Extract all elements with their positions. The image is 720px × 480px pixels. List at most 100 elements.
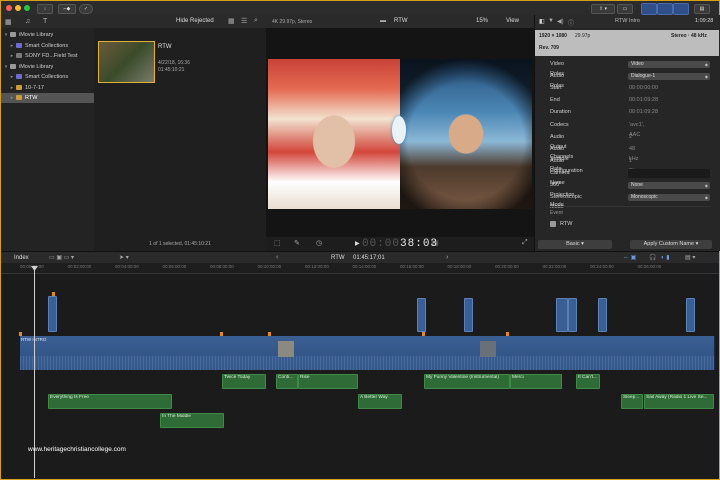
ruler-tick: 00:08:00:00: [210, 264, 234, 269]
transform-handle[interactable]: [392, 116, 406, 144]
sidebar-item[interactable]: ▸ RTW: [1, 93, 94, 103]
disclosure-triangle-icon[interactable]: ▸: [8, 93, 16, 103]
zoom-popup[interactable]: 15%: [476, 18, 488, 24]
property-label: Start: [550, 85, 562, 92]
disclosure-triangle-icon[interactable]: ▸: [8, 51, 16, 61]
info-inspector-icon[interactable]: ◧: [539, 18, 545, 25]
marker[interactable]: [52, 292, 55, 296]
speed-icon[interactable]: ◷: [316, 239, 322, 247]
view-popup[interactable]: View: [506, 18, 519, 24]
import-button[interactable]: ↓: [37, 4, 53, 14]
property-label: Stereoscopic Mode: [550, 194, 582, 211]
inspector-toggle-button[interactable]: [673, 3, 689, 15]
play-icon[interactable]: ▶: [355, 240, 360, 247]
fullscreen-icon[interactable]: ⤢: [522, 239, 528, 247]
inspector-title: RTW Intro: [615, 18, 640, 24]
event-label: Event: [550, 210, 563, 216]
share-button[interactable]: ⇧ ▾: [591, 4, 615, 14]
disclosure-triangle-icon[interactable]: ▾: [2, 62, 10, 72]
disclosure-triangle-icon[interactable]: ▸: [8, 72, 16, 82]
property-value: 00:00:00:00: [629, 85, 659, 92]
background-tasks-button[interactable]: ✓: [79, 4, 93, 14]
connected-clip[interactable]: [464, 298, 473, 332]
marker[interactable]: [19, 332, 22, 336]
sidebar-item[interactable]: ▸ Smart Collections: [1, 41, 94, 51]
primary-audio-waveform: [20, 356, 714, 370]
close-window-icon[interactable]: [6, 5, 12, 11]
inspector-divider: [549, 206, 711, 207]
marker[interactable]: [422, 332, 425, 336]
connected-clip[interactable]: [568, 298, 577, 332]
audio-inspector-icon[interactable]: ◀): [557, 18, 564, 25]
filter-popup[interactable]: Hide Rejected: [176, 18, 214, 24]
photos-audio-icon[interactable]: ♫: [25, 18, 30, 25]
audio-clip-label: In The Middle: [162, 414, 191, 419]
ruler-tick: 00:26:00:00: [637, 264, 662, 269]
disclosure-triangle-icon[interactable]: ▸: [8, 41, 16, 51]
sidebar-item[interactable]: ▸ SONY FD...Field Test: [1, 51, 94, 61]
timeline-index-button[interactable]: Index: [14, 255, 29, 261]
list-view-icon[interactable]: ☰: [241, 17, 247, 25]
connected-clip[interactable]: [686, 298, 695, 332]
sidebar-item[interactable]: ▸ 10-7-17: [1, 83, 94, 93]
history-forward-icon[interactable]: ›: [446, 254, 448, 261]
browser-toggle-button[interactable]: [641, 3, 657, 15]
property-value: 1 Stereo: [629, 157, 645, 174]
marker[interactable]: [268, 332, 271, 336]
browser-header: Hide Rejected ▦ ☰ ⌕: [94, 15, 266, 28]
property-popup[interactable]: Monoscopic: [628, 193, 710, 201]
clip-filmstrip: [480, 341, 496, 357]
history-back-icon[interactable]: ‹: [276, 254, 278, 261]
solo-icon[interactable]: ◐ ▮: [661, 254, 670, 261]
library-icon: [10, 63, 16, 69]
clip-appearance-icon[interactable]: ▦: [228, 17, 235, 25]
toolbar: ↓ ⌐◆ ✓ ⇧ ▾ ▭ ▤: [1, 1, 719, 16]
enhance-icon[interactable]: ✎: [294, 239, 300, 247]
keyword-button[interactable]: ⌐◆: [58, 4, 76, 14]
property-popup[interactable]: Dialogue-1: [628, 72, 710, 80]
audio-clip-label: Everything Is Free: [50, 395, 89, 400]
search-icon[interactable]: ⌕: [254, 17, 258, 25]
sidebar-item[interactable]: ▸ Smart Collections: [1, 72, 94, 82]
transform-icon[interactable]: ⬚: [274, 239, 281, 247]
info-icon[interactable]: ⓘ: [568, 18, 574, 27]
metadata-view-popup[interactable]: Basic ▾: [538, 240, 612, 249]
marker[interactable]: [220, 332, 223, 336]
audio-clip-label: My Funny Valentine (Instrumental): [426, 375, 499, 380]
zoom-window-icon[interactable]: [24, 5, 30, 11]
timeline-toggle-button[interactable]: [657, 3, 673, 15]
property-label: Camera Name: [550, 169, 570, 186]
sidebar-item[interactable]: ▾ iMovie Library: [1, 30, 94, 40]
connected-clip[interactable]: [417, 298, 426, 332]
property-label: Video Roles: [550, 61, 565, 77]
disclosure-triangle-icon[interactable]: ▾: [2, 30, 10, 40]
property-popup[interactable]: None: [628, 181, 710, 189]
camera-name-field[interactable]: [628, 168, 710, 178]
property-popup[interactable]: Video: [628, 60, 710, 68]
connected-clip[interactable]: [598, 298, 607, 332]
apply-custom-name-button[interactable]: Apply Custom Name ▾: [630, 240, 712, 249]
sidebar-item[interactable]: ▾ iMovie Library: [1, 62, 94, 72]
event-icon: [16, 84, 22, 90]
marker[interactable]: [506, 332, 509, 336]
connected-clip[interactable]: [556, 298, 568, 332]
skimming-icon[interactable]: ⇔ ▣: [623, 254, 636, 261]
audio-clip-label: Conti...: [278, 375, 294, 380]
clip-thumbnail[interactable]: [98, 41, 155, 83]
edit-buttons[interactable]: ▭ ▣ ▭ ▾: [49, 254, 74, 261]
ruler-tick: 00:18:00:00: [447, 264, 472, 269]
connected-clip[interactable]: [48, 296, 57, 332]
minimize-window-icon[interactable]: [15, 5, 21, 11]
filter-inspector-icon[interactable]: ▼: [548, 18, 554, 24]
disclosure-triangle-icon[interactable]: ▸: [8, 83, 16, 93]
event-icon: [16, 74, 22, 80]
select-tool-icon[interactable]: ➤ ▾: [119, 254, 129, 261]
sidebar-toggle-button[interactable]: ▭: [617, 4, 633, 14]
property-label: Audio Roles: [550, 73, 565, 90]
titles-icon[interactable]: T: [43, 18, 47, 25]
clip-appearance-menu-icon[interactable]: ▤ ▾: [685, 254, 695, 261]
workspace-button[interactable]: ▤: [694, 4, 710, 14]
libraries-icon[interactable]: ▦: [5, 18, 12, 26]
property-label: End: [550, 97, 560, 104]
audio-skimming-icon[interactable]: 🎧: [649, 254, 656, 261]
